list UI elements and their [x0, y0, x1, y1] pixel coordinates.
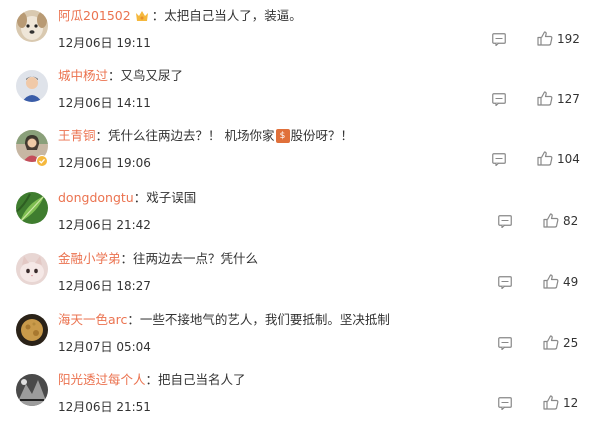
- comment-time: 12月07日 05:04: [58, 340, 151, 354]
- cat-avatar[interactable]: [16, 253, 48, 285]
- like-icon[interactable]: [543, 395, 559, 410]
- verified-badge-icon: [36, 152, 48, 167]
- like-icon[interactable]: [537, 91, 553, 106]
- comment-text: 太把自己当人了，装逼。: [164, 8, 302, 23]
- dog-avatar[interactable]: [16, 10, 48, 42]
- comment-item: 阳光透过每个人 ： 把自己当名人了 12月06日 21:51 12: [0, 372, 600, 432]
- colon: ：: [108, 68, 121, 83]
- colon: ：: [95, 128, 109, 143]
- comment-text: 又鸟又尿了: [120, 68, 184, 83]
- comment-item: 海天一色arc ： 一些不接地气的艺人，我们要抵制。坚决抵制 12月07日 05…: [0, 312, 600, 372]
- comment-text: 把自己当名人了: [158, 372, 246, 387]
- like-count: 82: [563, 214, 579, 228]
- moon-avatar[interactable]: [16, 314, 48, 346]
- reply-icon[interactable]: [492, 91, 506, 107]
- colon: ：: [120, 251, 134, 266]
- comment-time: 12月06日 19:06: [58, 156, 151, 170]
- comment-text: 往两边去一点？凭什么: [133, 251, 259, 266]
- reply-icon[interactable]: [498, 395, 512, 411]
- comment-time: 12月06日 14:11: [58, 96, 151, 110]
- comment-text: 一些不接地气的艺人，我们要抵制。坚决抵制: [139, 312, 390, 327]
- like-count: 49: [563, 275, 579, 289]
- username-link[interactable]: 金融小学弟: [58, 251, 121, 267]
- colon: ：: [151, 8, 165, 23]
- like-icon[interactable]: [543, 274, 559, 289]
- comment-text-continued: 股份呀？！: [290, 128, 354, 143]
- colon: ：: [127, 312, 140, 327]
- like-count: 12: [563, 396, 579, 410]
- comment-text: 戏子误国: [146, 190, 197, 205]
- comment-time: 12月06日 21:51: [58, 400, 151, 414]
- like-count: 192: [557, 32, 580, 46]
- comment-time: 12月06日 19:11: [58, 36, 151, 50]
- comment-item: 王青铜 ： 凭什么往两边去？！ 机场你家 $ 股份呀？！ 12月06日 19:0…: [0, 128, 600, 188]
- like-icon[interactable]: [537, 31, 553, 46]
- comment-time: 12月06日 21:42: [58, 218, 151, 232]
- comment-text: 凭什么往两边去？！ 机场你家: [108, 128, 275, 143]
- colon: ：: [133, 190, 147, 205]
- username-link[interactable]: 阿瓜201502: [58, 8, 131, 24]
- username-link[interactable]: 城中杨过: [58, 68, 108, 84]
- username-link[interactable]: 海天一色arc: [58, 312, 127, 328]
- username-link[interactable]: 王青铜: [58, 128, 96, 144]
- like-count: 127: [557, 92, 580, 106]
- reply-icon[interactable]: [492, 151, 506, 167]
- stock-icon[interactable]: $: [275, 129, 290, 143]
- reply-icon[interactable]: [498, 274, 512, 290]
- reply-icon[interactable]: [492, 31, 506, 47]
- like-icon[interactable]: [537, 151, 553, 166]
- username-link[interactable]: dongdongtu: [58, 190, 134, 206]
- crown-icon: [135, 9, 149, 23]
- comment-item: dongdongtu ： 戏子误国 12月06日 21:42 82: [0, 190, 600, 250]
- reply-icon[interactable]: [498, 335, 512, 351]
- photo-avatar[interactable]: [16, 374, 48, 406]
- username-link[interactable]: 阳光透过每个人: [58, 372, 146, 388]
- colon: ：: [145, 372, 159, 387]
- person-avatar[interactable]: [16, 70, 48, 102]
- reply-icon[interactable]: [498, 213, 512, 229]
- comment-item: 金融小学弟 ： 往两边去一点？凭什么 12月06日 18:27 49: [0, 251, 600, 311]
- like-icon[interactable]: [543, 213, 559, 228]
- like-icon[interactable]: [543, 335, 559, 350]
- like-count: 25: [563, 336, 579, 350]
- leaf-avatar[interactable]: [16, 192, 48, 224]
- like-count: 104: [557, 152, 580, 166]
- comment-item: 阿瓜201502 ： 太把自己当人了，装逼。 12月06日 19:11 192: [0, 8, 600, 68]
- comment-time: 12月06日 18:27: [58, 279, 151, 293]
- comment-item: 城中杨过 ： 又鸟又尿了 12月06日 14:11 127: [0, 68, 600, 128]
